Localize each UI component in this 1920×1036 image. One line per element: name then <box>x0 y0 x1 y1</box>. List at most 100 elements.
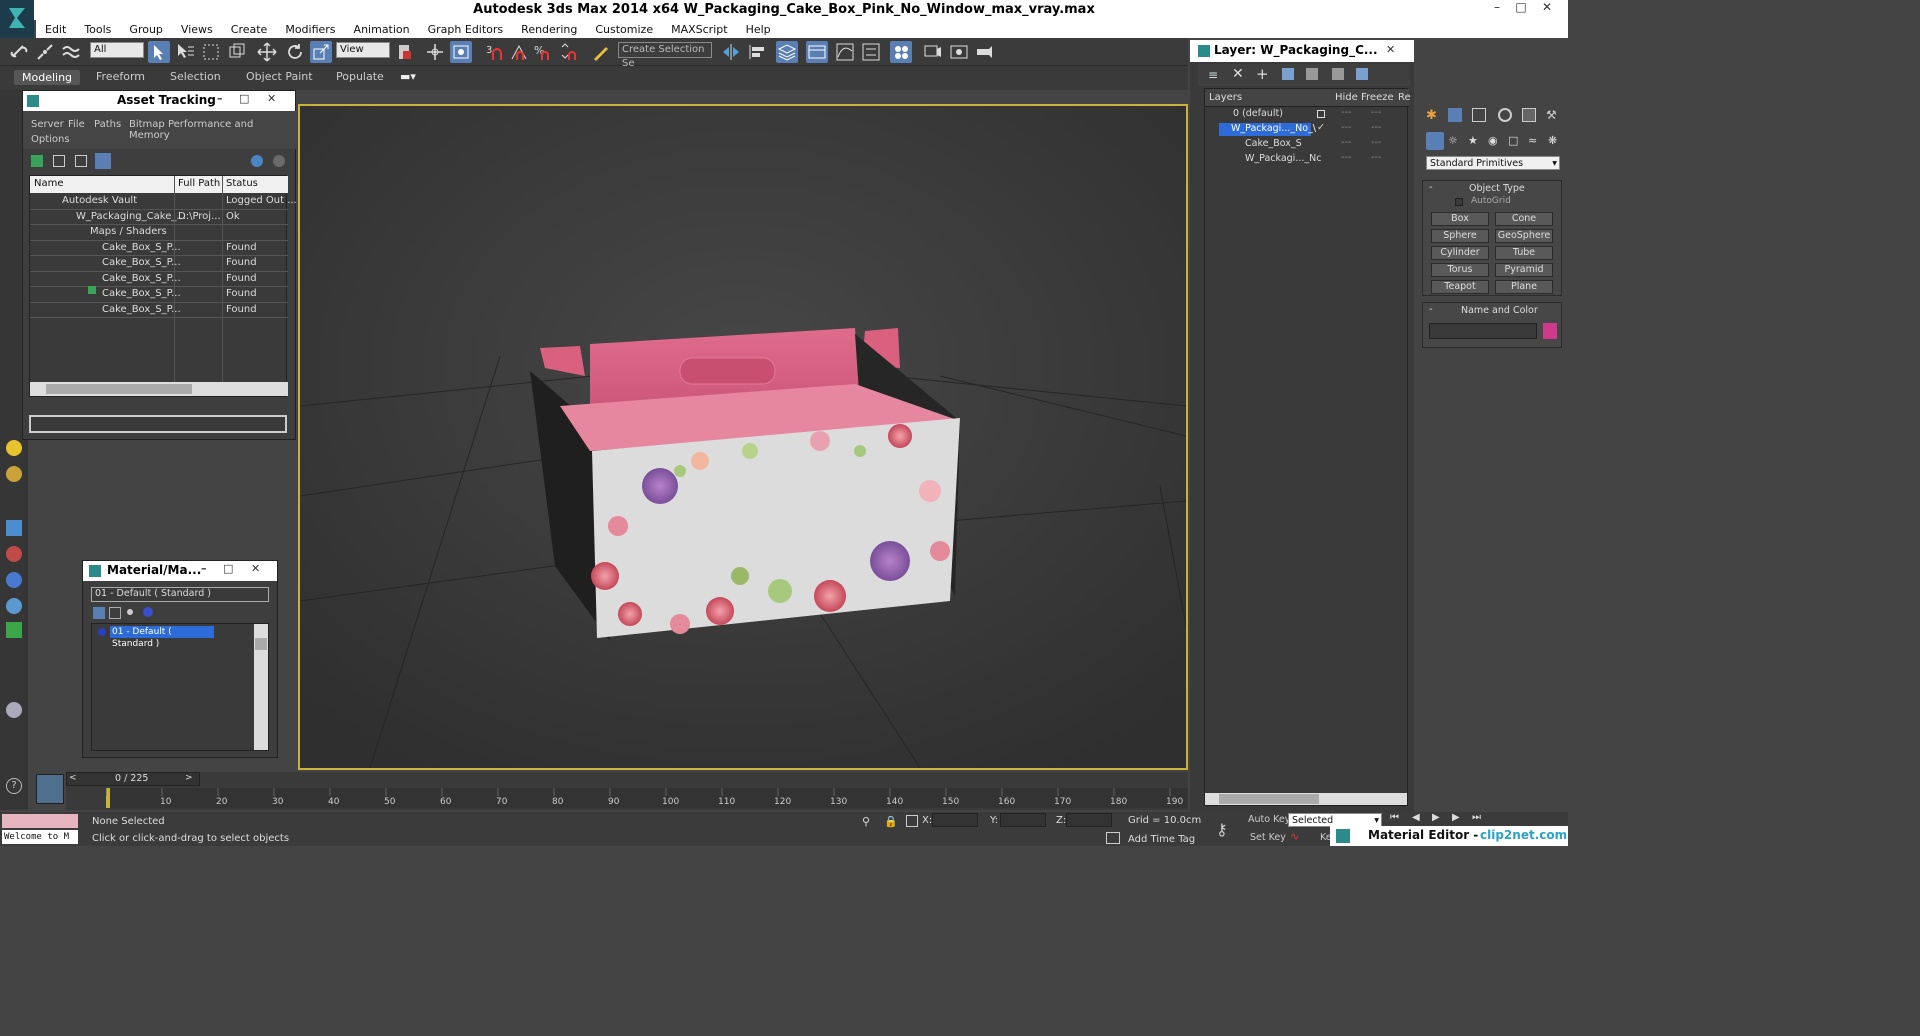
tube-button[interactable]: Tube <box>1495 246 1553 260</box>
curve-editor-icon[interactable] <box>834 41 856 63</box>
horizontal-scrollbar[interactable] <box>1205 793 1407 805</box>
hide-all-icon[interactable] <box>1332 68 1344 80</box>
key-icon[interactable]: ⚷ <box>1216 820 1228 839</box>
geometry-icon[interactable] <box>1426 132 1444 150</box>
render-setup-icon[interactable] <box>922 41 944 63</box>
menu-file[interactable]: File <box>68 119 85 130</box>
keyboard-shortcut-override-icon[interactable] <box>450 41 472 63</box>
add-time-tag[interactable]: Add Time Tag <box>1128 834 1195 845</box>
shapes-icon[interactable]: ☼ <box>1448 134 1462 148</box>
app-logo-icon[interactable] <box>0 0 34 38</box>
material-editor-icon[interactable] <box>890 41 912 63</box>
detail-view-icon[interactable] <box>75 155 87 167</box>
pyramid-button[interactable]: Pyramid <box>1495 263 1553 277</box>
material-item-selected[interactable]: 01 - Default ( Standard ) <box>110 626 214 649</box>
align-icon[interactable] <box>746 41 768 63</box>
percent-snap-icon[interactable]: % <box>532 41 554 63</box>
asset-tracking-titlebar[interactable]: Asset Tracking – □ ✕ <box>23 91 295 111</box>
sun-icon[interactable] <box>6 440 22 456</box>
layer-row-packaging-object[interactable]: W_Packagi..._Nc --- --- <box>1205 152 1409 167</box>
material-name-field[interactable]: 01 - Default ( Standard ) <box>91 587 269 602</box>
menu-bitmap-performance[interactable]: Bitmap Performance and Memory <box>129 119 297 141</box>
maximize-button[interactable]: □ <box>239 92 249 105</box>
hierarchy-tab-icon[interactable] <box>1472 108 1486 122</box>
spinner-snap-icon[interactable] <box>558 41 580 63</box>
system-icon[interactable] <box>6 598 22 614</box>
table-row[interactable]: Cake_Box_S_P... Found <box>30 256 288 272</box>
vertical-scrollbar[interactable] <box>254 624 268 750</box>
select-object-icon[interactable] <box>148 41 170 63</box>
space-warps-icon[interactable]: ≈ <box>1528 134 1542 148</box>
link-icon[interactable] <box>8 41 30 63</box>
view-tree-icon[interactable] <box>109 607 121 619</box>
lock-icon[interactable]: 🔒 <box>884 815 898 828</box>
window-crossing-icon[interactable] <box>226 41 248 63</box>
col-full-path[interactable]: Full Path <box>178 178 220 189</box>
menu-animation[interactable]: Animation <box>345 23 419 36</box>
utilities-tab-icon[interactable]: ⚒ <box>1546 108 1560 122</box>
box-button[interactable]: Box <box>1431 212 1489 226</box>
new-layer-icon[interactable]: ≡ <box>1208 68 1222 82</box>
time-slider-next[interactable]: > <box>185 773 193 783</box>
menu-modifiers[interactable]: Modifiers <box>276 23 344 36</box>
graphite-ribbon-icon[interactable] <box>806 41 828 63</box>
col-status[interactable]: Status <box>226 178 258 189</box>
selection-filter-dropdown[interactable]: All <box>90 42 144 58</box>
time-slider-prev[interactable]: < <box>69 773 77 783</box>
auto-key-button[interactable]: Auto Key <box>1248 814 1290 825</box>
manage-layers-icon[interactable] <box>776 41 798 63</box>
object-name-input[interactable] <box>1429 323 1537 339</box>
scale-icon[interactable] <box>310 41 332 63</box>
minimize-button[interactable]: – <box>1485 0 1509 18</box>
menu-create[interactable]: Create <box>222 23 277 36</box>
col-hide[interactable]: Hide <box>1335 92 1358 103</box>
layer-row-default[interactable]: 0 (default) --- --- <box>1205 107 1409 122</box>
torus-button[interactable]: Torus <box>1431 263 1489 277</box>
create-tab-icon[interactable]: ✱ <box>1426 108 1440 123</box>
menu-customize[interactable]: Customize <box>586 23 662 36</box>
previous-frame-icon[interactable]: ◀ <box>1412 812 1420 823</box>
freeze-all-icon[interactable] <box>1356 68 1368 80</box>
reference-coordinate-dropdown[interactable]: View <box>336 42 390 58</box>
go-to-end-icon[interactable]: ⏭ <box>1472 812 1481 823</box>
snaps-toggle-icon[interactable]: 3 <box>484 41 506 63</box>
col-render[interactable]: Re <box>1398 92 1411 103</box>
angle-snap-icon[interactable] <box>508 41 530 63</box>
pivot-center-icon[interactable] <box>394 41 416 63</box>
key-filters-icon[interactable]: ∿ <box>1290 830 1306 844</box>
select-manipulate-icon[interactable] <box>424 41 446 63</box>
foliage-icon[interactable] <box>6 622 22 638</box>
small-sphere-icon[interactable] <box>127 609 133 615</box>
horizontal-scrollbar[interactable] <box>30 382 288 396</box>
time-tag-icon[interactable] <box>1106 832 1120 844</box>
delete-layer-icon[interactable]: ✕ <box>1232 66 1246 82</box>
set-key-button[interactable]: Set Key <box>1250 832 1286 843</box>
select-in-layer-icon[interactable] <box>1282 68 1294 80</box>
dynamics-icon[interactable] <box>6 546 22 562</box>
ribbon-tab-modeling[interactable]: Modeling <box>14 70 81 85</box>
menu-views[interactable]: Views <box>172 23 222 36</box>
menu-options[interactable]: Options <box>31 134 70 145</box>
sphere-icon[interactable] <box>143 607 153 617</box>
menu-group[interactable]: Group <box>120 23 172 36</box>
table-row[interactable]: Cake_Box_S_P... Found <box>30 272 288 287</box>
absolute-mode-icon[interactable] <box>906 815 918 827</box>
bind-space-warp-icon[interactable] <box>60 41 82 63</box>
particle-icon[interactable] <box>6 520 22 536</box>
table-row[interactable]: Cake_Box_S_P... Found <box>30 241 288 256</box>
light-icon[interactable] <box>6 466 22 482</box>
lights-icon[interactable]: ★ <box>1468 134 1482 148</box>
geosphere-button[interactable]: GeoSphere <box>1495 229 1553 243</box>
move-icon[interactable] <box>256 41 278 63</box>
display-tab-icon[interactable] <box>1522 108 1536 122</box>
scrollbar-thumb[interactable] <box>255 638 267 650</box>
perspective-viewport[interactable] <box>298 104 1188 770</box>
time-slider[interactable]: < 0 / 225 > <box>66 772 200 786</box>
layer-row-cake-box[interactable]: Cake_Box_S --- --- <box>1205 137 1409 152</box>
select-by-name-icon[interactable] <box>174 41 196 63</box>
add-to-layer-icon[interactable]: + <box>1256 65 1270 83</box>
edit-named-selection-icon[interactable] <box>590 41 612 63</box>
active-layer-checkbox[interactable] <box>1317 110 1325 118</box>
render-production-icon[interactable] <box>974 41 996 63</box>
sphere-button[interactable]: Sphere <box>1431 229 1489 243</box>
